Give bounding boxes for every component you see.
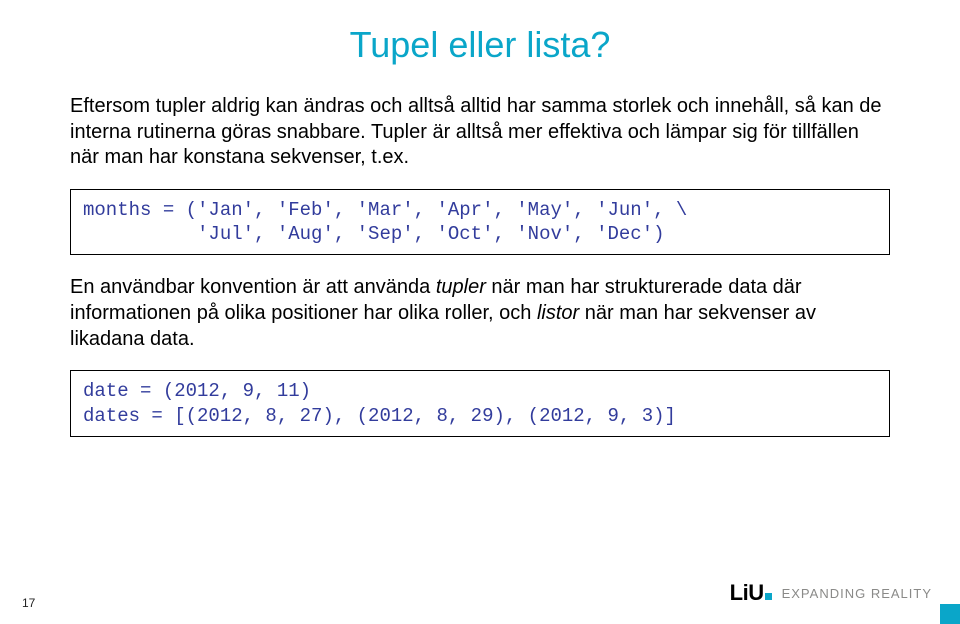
brand-logo-text: LiU xyxy=(730,580,764,605)
emphasis-tupler: tupler xyxy=(436,276,486,298)
emphasis-listor: listor xyxy=(537,302,579,324)
brand-tagline: EXPANDING REALITY xyxy=(782,586,932,601)
brand: LiU EXPANDING REALITY xyxy=(730,580,932,606)
corner-accent xyxy=(940,604,960,624)
code-block-dates: date = (2012, 9, 11) dates = [(2012, 8, … xyxy=(70,370,890,437)
slide-body: Eftersom tupler aldrig kan ändras och al… xyxy=(70,94,890,437)
slide-title: Tupel eller lista? xyxy=(70,24,890,66)
code-block-months: months = ('Jan', 'Feb', 'Mar', 'Apr', 'M… xyxy=(70,189,890,256)
brand-logo-dot xyxy=(765,593,772,600)
paragraph-2: En användbar konvention är att använda t… xyxy=(70,275,890,352)
page-number: 17 xyxy=(22,596,35,610)
paragraph-1: Eftersom tupler aldrig kan ändras och al… xyxy=(70,94,890,171)
text-fragment: En användbar konvention är att använda xyxy=(70,276,436,298)
slide: Tupel eller lista? Eftersom tupler aldri… xyxy=(0,0,960,624)
brand-logo: LiU xyxy=(730,580,772,606)
